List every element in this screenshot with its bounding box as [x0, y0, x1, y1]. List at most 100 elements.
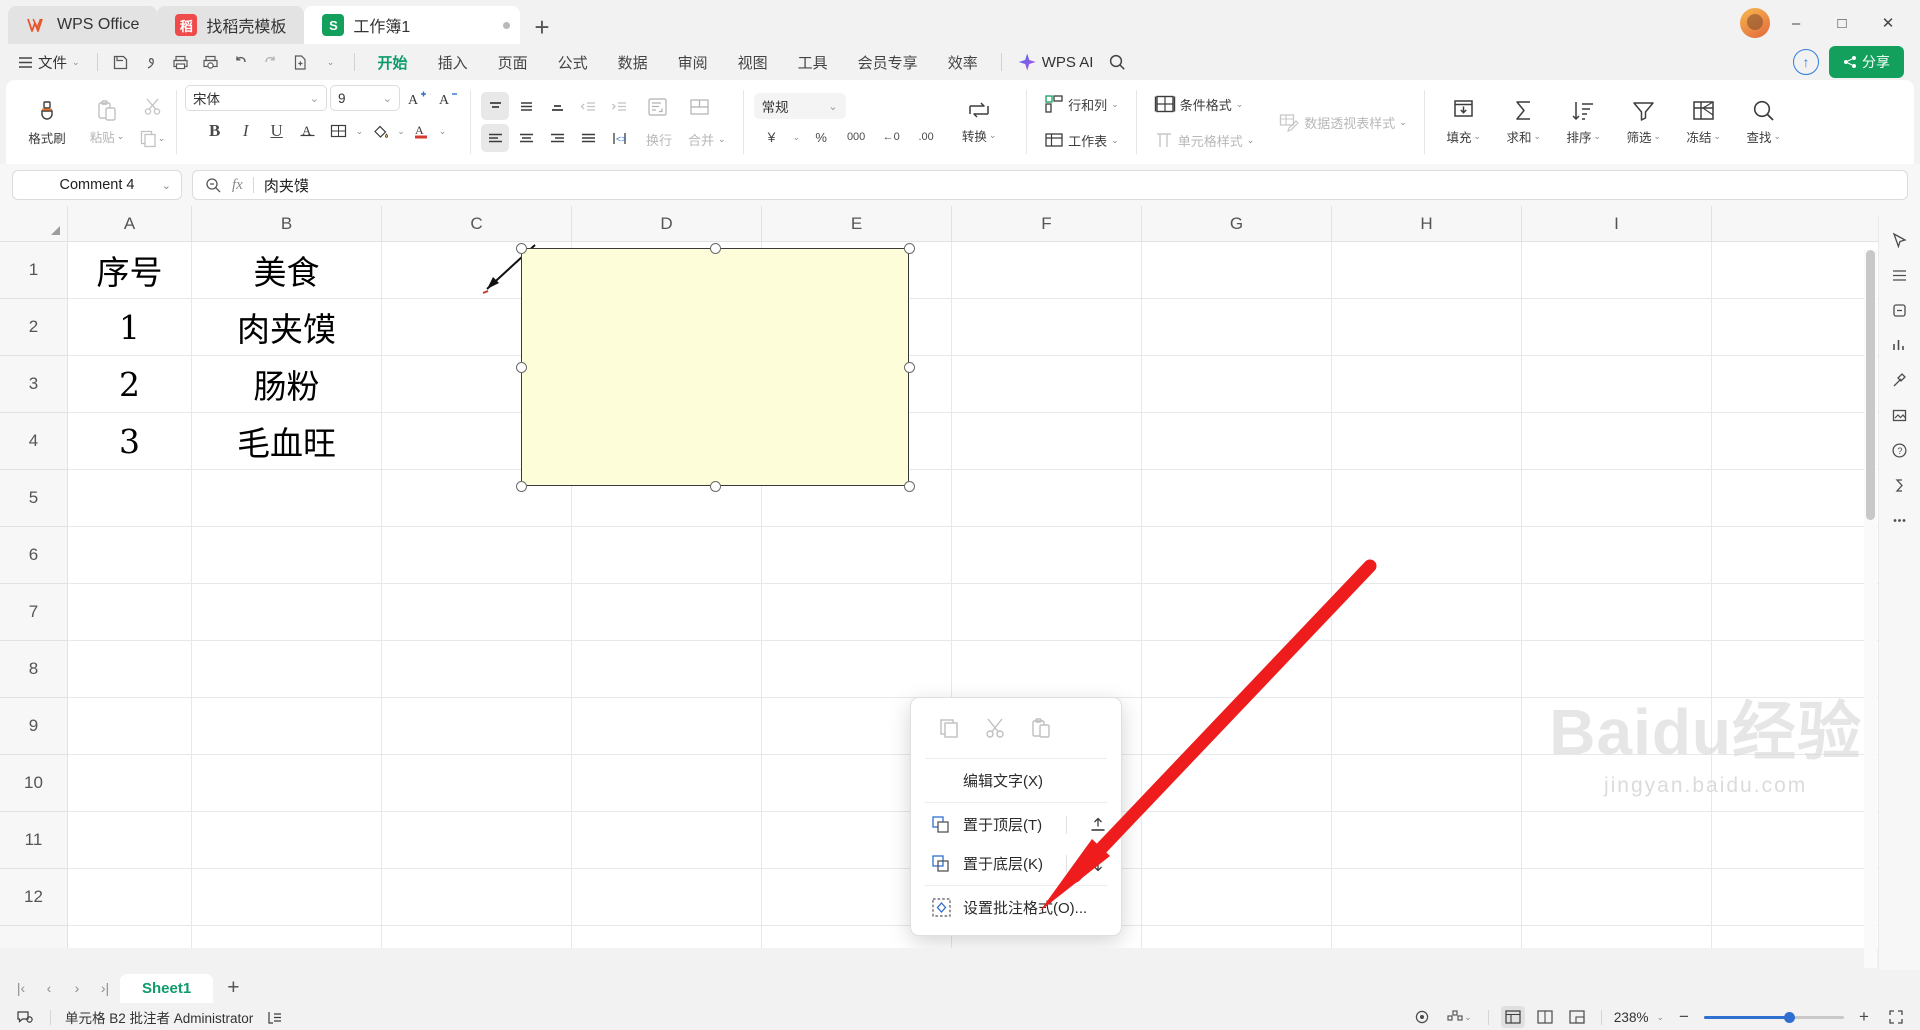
row-header-10[interactable]: 10	[0, 755, 67, 812]
print-preview-icon[interactable]	[197, 49, 225, 75]
font-color-icon[interactable]: A	[408, 117, 436, 145]
sort-button[interactable]: 排序 ⌄	[1555, 85, 1613, 159]
column-header-E[interactable]: E	[762, 206, 952, 241]
redo-icon[interactable]	[257, 49, 285, 75]
resize-handle-tr[interactable]	[904, 243, 915, 254]
vertical-scroll-thumb[interactable]	[1866, 250, 1875, 520]
align-right-icon[interactable]	[543, 124, 571, 152]
select-all-corner[interactable]	[0, 206, 68, 242]
row-header-8[interactable]: 8	[0, 641, 67, 698]
help-icon[interactable]: ↑	[1793, 49, 1819, 75]
resize-handle-ml[interactable]	[516, 362, 527, 373]
italic-button[interactable]: I	[232, 117, 260, 145]
tab-member[interactable]: 会员专享	[844, 47, 932, 78]
row-header-4[interactable]: 4	[0, 413, 67, 470]
resize-handle-bl[interactable]	[516, 481, 527, 492]
sum-button[interactable]: 求和 ⌄	[1495, 85, 1553, 159]
resize-handle-tc[interactable]	[710, 243, 721, 254]
file-menu-button[interactable]: 文件 ⌄	[10, 48, 88, 77]
filter-button[interactable]: 筛选 ⌄	[1615, 85, 1673, 159]
wrap-text-button[interactable]	[639, 92, 679, 122]
zoom-slider[interactable]	[1704, 1011, 1844, 1023]
cell-A1[interactable]: 序号	[68, 242, 191, 298]
text-direction-icon[interactable]: <>	[605, 124, 633, 152]
border-icon[interactable]	[325, 117, 353, 145]
save-as-icon[interactable]	[137, 49, 165, 75]
image-icon[interactable]	[1884, 399, 1916, 431]
underline-button[interactable]: U	[263, 117, 291, 145]
app-tab-wps-office[interactable]: WPS Office	[8, 6, 158, 44]
increase-decimal-icon[interactable]: ←0	[877, 123, 905, 151]
menu-item-edit-text[interactable]: 编辑文字(X)	[911, 761, 1121, 800]
normal-view-icon[interactable]	[1500, 1006, 1525, 1028]
menu-item-send-to-back[interactable]: 置于底层(K)	[911, 844, 1121, 883]
eye-icon[interactable]	[1410, 1006, 1434, 1028]
more-dots-icon[interactable]	[1884, 504, 1916, 536]
maximize-button[interactable]: □	[1822, 8, 1862, 38]
bold-button[interactable]: B	[201, 117, 229, 145]
page-layout-icon[interactable]	[1533, 1006, 1557, 1028]
close-button[interactable]: ✕	[1868, 8, 1908, 38]
cursor-icon[interactable]	[1884, 224, 1916, 256]
row-header-9[interactable]: 9	[0, 698, 67, 755]
more-quick-access-icon[interactable]: ⌄	[317, 49, 345, 75]
formula-fx-icon[interactable]	[1884, 469, 1916, 501]
cell-B4[interactable]: 毛血旺	[192, 413, 381, 469]
note-list-icon[interactable]	[263, 1006, 287, 1028]
decrease-decimal-icon[interactable]: .00	[912, 123, 940, 151]
tools-icon[interactable]	[1884, 364, 1916, 396]
merge-cells-button[interactable]	[681, 92, 733, 122]
wrap-text-label-row[interactable]: 换行	[639, 126, 679, 153]
column-header-B[interactable]: B	[192, 206, 382, 241]
chart-icon[interactable]	[1884, 329, 1916, 361]
avatar[interactable]	[1740, 8, 1770, 38]
zoom-out-icon[interactable]	[205, 177, 222, 194]
first-sheet-icon[interactable]: |‹	[8, 975, 34, 1001]
fill-color-icon[interactable]	[366, 117, 394, 145]
resize-handle-tl[interactable]	[516, 243, 527, 254]
rows-cols-button[interactable]: 行和列 ⌄	[1037, 90, 1126, 118]
table-style-icon[interactable]	[1884, 259, 1916, 291]
row-header-12[interactable]: 12	[0, 869, 67, 926]
column-header-I[interactable]: I	[1522, 206, 1712, 241]
tab-efficiency[interactable]: 效率	[934, 47, 992, 78]
shrink-font-icon[interactable]: A	[434, 84, 462, 112]
merge-cells-label-row[interactable]: 合并 ⌄	[681, 126, 733, 153]
minimize-button[interactable]: –	[1776, 8, 1816, 38]
tab-tools[interactable]: 工具	[784, 47, 842, 78]
share-button[interactable]: 分享	[1829, 46, 1904, 78]
new-tab-button[interactable]: +	[520, 14, 563, 44]
app-tab-template-store[interactable]: 稻 找稻壳模板	[157, 6, 305, 44]
cell-A3[interactable]: 2	[68, 356, 191, 412]
cell-styles-button[interactable]: 单元格样式 ⌄	[1147, 126, 1262, 154]
name-box[interactable]: Comment 4 ⌄	[12, 170, 182, 200]
row-header-7[interactable]: 7	[0, 584, 67, 641]
crop-icon[interactable]	[1884, 294, 1916, 326]
cell-A2[interactable]: 1	[68, 299, 191, 355]
next-sheet-icon[interactable]: ›	[64, 975, 90, 1001]
pivot-table-style-button[interactable]: 数据透视表样式 ⌄	[1271, 108, 1414, 136]
cell-B2[interactable]: 肉夹馍	[192, 299, 381, 355]
cell-A4[interactable]: 3	[68, 413, 191, 469]
row-header-6[interactable]: 6	[0, 527, 67, 584]
add-sheet-button[interactable]: +	[215, 976, 251, 1000]
last-sheet-icon[interactable]: ›|	[92, 975, 118, 1001]
number-format-select[interactable]: 常规 ⌄	[753, 93, 846, 119]
column-header-H[interactable]: H	[1332, 206, 1522, 241]
tab-view[interactable]: 视图	[724, 47, 782, 78]
find-button[interactable]: 查找 ⌄	[1735, 85, 1793, 159]
row-header-11[interactable]: 11	[0, 812, 67, 869]
paste-button[interactable]: 粘贴 ⌄	[78, 85, 136, 159]
strikethrough-button[interactable]: A	[294, 117, 322, 145]
comment-status-icon[interactable]	[12, 1006, 36, 1028]
tab-data[interactable]: 数据	[604, 47, 662, 78]
align-bottom-icon[interactable]	[543, 92, 571, 120]
formula-input-wrap[interactable]: fx 肉夹馍	[192, 170, 1908, 200]
increase-indent-icon[interactable]	[605, 92, 633, 120]
resize-handle-bc[interactable]	[710, 481, 721, 492]
new-icon[interactable]	[287, 49, 315, 75]
sheet-tab-sheet1[interactable]: Sheet1	[120, 973, 214, 1003]
row-header-1[interactable]: 1	[0, 242, 67, 299]
grow-font-icon[interactable]: A	[403, 84, 431, 112]
page-break-icon[interactable]	[1565, 1006, 1589, 1028]
